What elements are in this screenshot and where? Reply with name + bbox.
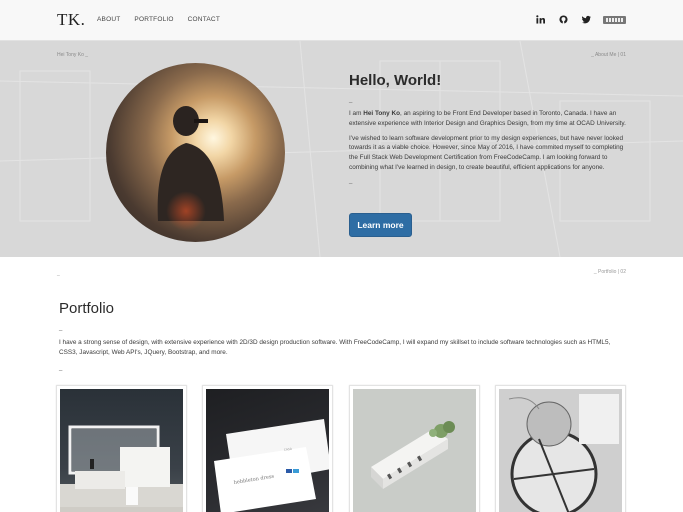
portfolio-divider: _ xyxy=(59,325,63,331)
portfolio-breadcrumb-left: _ xyxy=(57,271,60,277)
architecture-model-image xyxy=(60,389,183,512)
about-divider-2: _ xyxy=(349,177,353,184)
about-breadcrumb-left: Hei Tony Ko _ xyxy=(57,52,89,58)
portfolio-title: Portfolio xyxy=(59,300,115,317)
linkedin-icon[interactable] xyxy=(535,14,545,24)
about-text: Hello, World! _ I am Hei Tony Ko, an asp… xyxy=(349,72,629,190)
lens-flare xyxy=(166,191,206,231)
portfolio-card-architecture-model[interactable] xyxy=(56,385,187,512)
author-name: Hei Tony Ko xyxy=(363,110,401,117)
profile-photo xyxy=(106,63,285,242)
portfolio-card-business-cards[interactable]: hebbleton dress CASA xyxy=(202,385,333,512)
github-icon[interactable] xyxy=(558,14,568,24)
top-navbar: TK. ABOUT PORTFOLIO CONTACT xyxy=(0,0,683,41)
twitter-icon[interactable] xyxy=(581,14,591,24)
portfolio-divider-2: _ xyxy=(59,365,63,371)
menu-toggle-button[interactable] xyxy=(603,16,626,24)
about-paragraph-1: I am Hei Tony Ko, an aspiring to be Fron… xyxy=(349,110,626,127)
nav-link-about[interactable]: ABOUT xyxy=(97,16,120,23)
nav-link-portfolio[interactable]: PORTFOLIO xyxy=(134,16,173,23)
about-divider: _ xyxy=(349,97,353,103)
portfolio-description: I have a strong sense of design, with ex… xyxy=(59,339,611,356)
nav-links: ABOUT PORTFOLIO CONTACT xyxy=(97,16,220,23)
social-links xyxy=(535,14,591,24)
portfolio-breadcrumb-right: _ Portfolio | 02 xyxy=(593,269,626,275)
learn-more-button[interactable]: Learn more xyxy=(349,213,412,237)
sketch-model-image xyxy=(499,389,622,512)
about-paragraph-2: I've wished to learn software developmen… xyxy=(349,134,624,171)
site-logo[interactable]: TK. xyxy=(57,10,85,30)
portfolio-card-building-render[interactable] xyxy=(349,385,480,512)
about-title: Hello, World! xyxy=(349,72,442,89)
about-section: Hei Tony Ko _ _ About Me | 01 Hello, Wor… xyxy=(0,41,683,257)
building-render-image xyxy=(353,389,476,512)
business-cards-image: hebbleton dress CASA xyxy=(206,389,329,512)
nav-link-contact[interactable]: CONTACT xyxy=(188,16,220,23)
portfolio-card-sketch-model[interactable] xyxy=(495,385,626,512)
about-breadcrumb-right: _ About Me | 01 xyxy=(591,52,626,58)
